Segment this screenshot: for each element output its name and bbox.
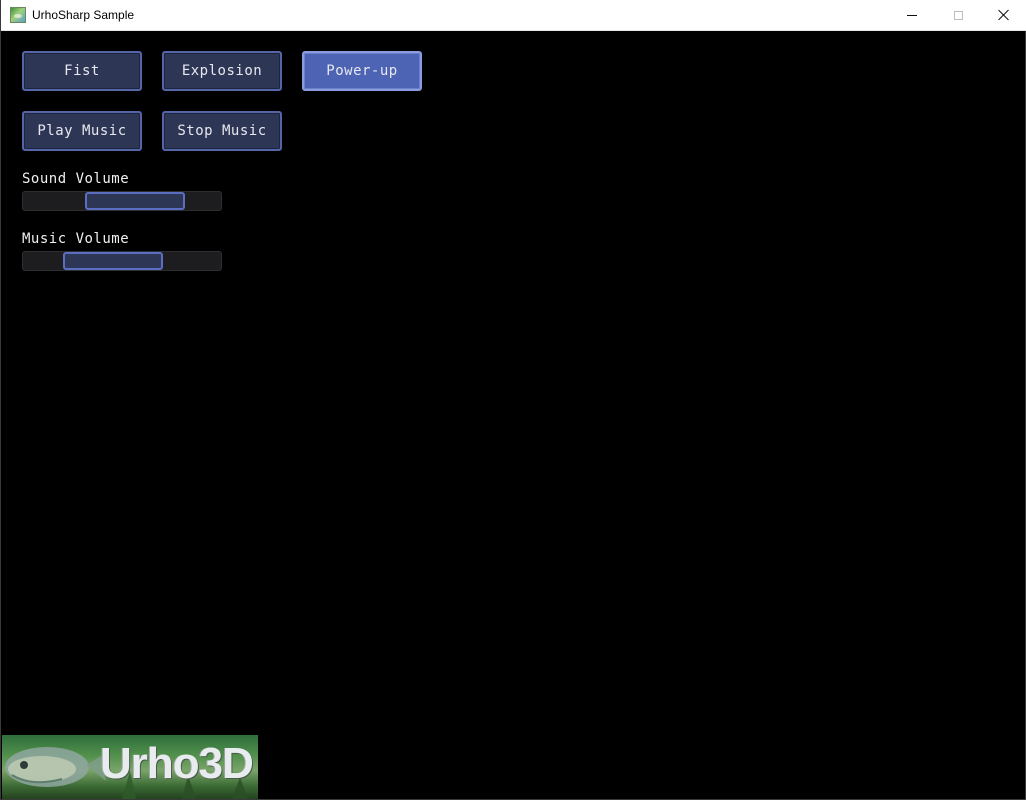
title-bar[interactable]: UrhoSharp Sample [1,0,1026,31]
maximize-icon [953,10,963,20]
minimize-icon [907,14,917,16]
stop-music-button[interactable]: Stop Music [162,111,282,151]
sound-volume-knob[interactable] [85,192,185,210]
explosion-button[interactable]: Explosion [162,51,282,91]
app-window: UrhoSharp Sample Fist Explosion Power-up… [0,0,1026,800]
close-button[interactable] [981,0,1026,30]
minimize-button[interactable] [889,0,935,30]
app-icon [10,7,26,23]
close-icon [998,9,1010,21]
maximize-button[interactable] [935,0,981,30]
music-volume-slider[interactable] [22,251,222,271]
fist-button[interactable]: Fist [22,51,142,91]
sound-volume-slider[interactable] [22,191,222,211]
music-volume-label: Music Volume [22,231,130,247]
window-title: UrhoSharp Sample [32,8,135,22]
music-volume-knob[interactable] [63,252,163,270]
logo-text: Urho3D [100,739,254,788]
sound-volume-label: Sound Volume [22,171,130,187]
play-music-button[interactable]: Play Music [22,111,142,151]
power-up-button[interactable]: Power-up [302,51,422,91]
urho3d-logo: Urho3D [2,735,258,799]
